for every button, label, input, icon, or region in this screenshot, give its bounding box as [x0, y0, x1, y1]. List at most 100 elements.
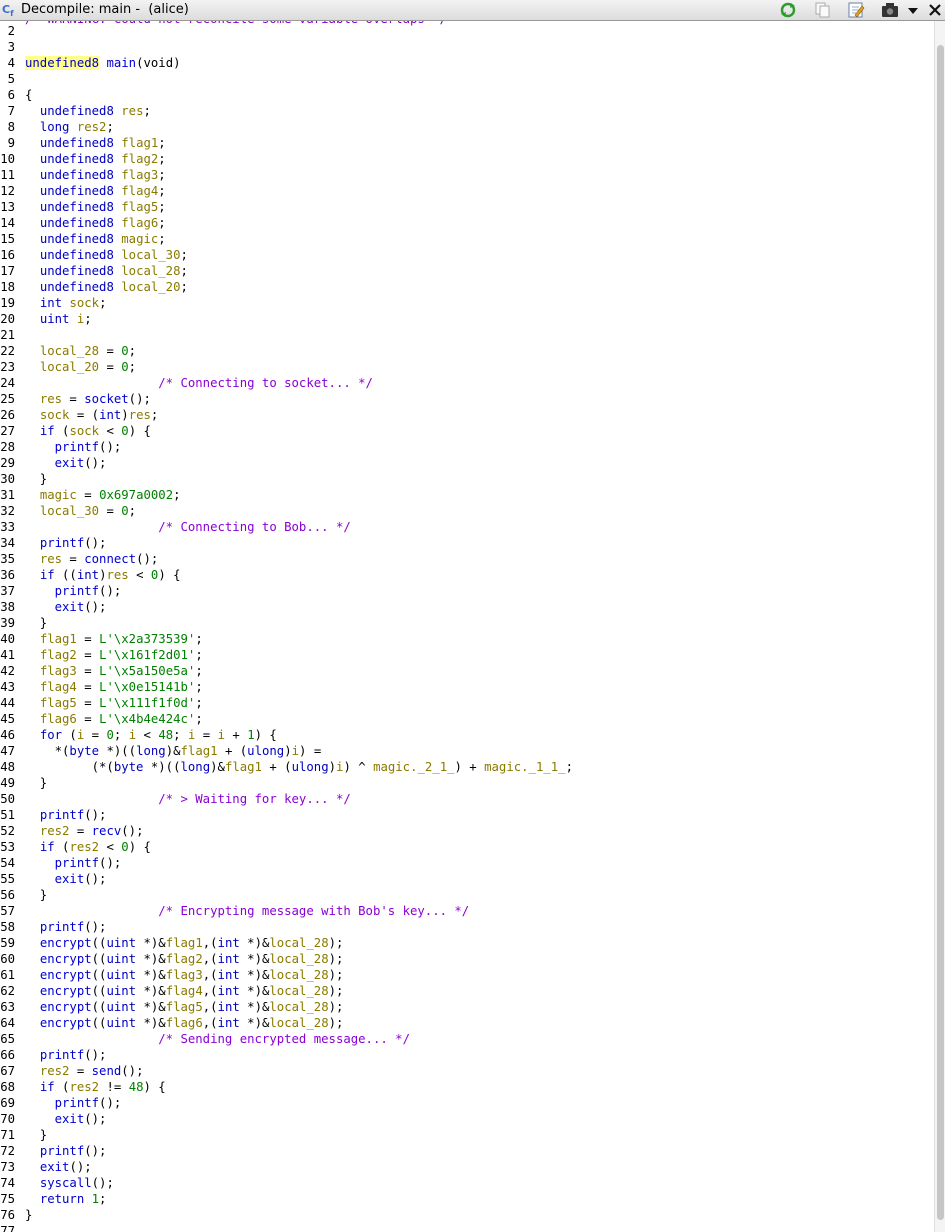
code-text[interactable]: /* Connecting to Bob... */: [25, 519, 351, 535]
code-line: 6{: [0, 87, 934, 103]
code-text[interactable]: if (res2 < 0) {: [25, 839, 151, 855]
code-line: 58 printf();: [0, 919, 934, 935]
code-text[interactable]: exit();: [25, 1159, 92, 1175]
code-text[interactable]: if (res2 != 48) {: [25, 1079, 166, 1095]
code-text[interactable]: exit();: [25, 1111, 107, 1127]
code-text[interactable]: printf();: [25, 807, 107, 823]
code-text[interactable]: int sock;: [25, 295, 107, 311]
code-text[interactable]: undefined8 flag6;: [25, 215, 166, 231]
code-text[interactable]: encrypt((uint *)&flag2,(int *)&local_28)…: [25, 951, 344, 967]
code-text[interactable]: if (sock < 0) {: [25, 423, 151, 439]
code-text[interactable]: undefined8 local_20;: [25, 279, 188, 295]
code-text[interactable]: undefined8 res;: [25, 103, 151, 119]
code-text[interactable]: printf();: [25, 583, 122, 599]
code-text[interactable]: res = socket();: [25, 391, 151, 407]
code-text[interactable]: /* Encrypting message with Bob's key... …: [25, 903, 469, 919]
code-text[interactable]: (*(byte *)((long)&flag1 + (ulong)i) ^ ma…: [25, 759, 573, 775]
vertical-scrollbar[interactable]: [934, 21, 945, 1232]
code-text[interactable]: uint i;: [25, 311, 92, 327]
code-text[interactable]: }: [25, 1127, 47, 1143]
code-text[interactable]: flag6 = L'\x4b4e424c';: [25, 711, 203, 727]
code-text[interactable]: res2 = recv();: [25, 823, 144, 839]
code-text[interactable]: }: [25, 615, 47, 631]
code-text[interactable]: undefined8 flag5;: [25, 199, 166, 215]
code-text[interactable]: exit();: [25, 871, 107, 887]
code-text[interactable]: printf();: [25, 855, 122, 871]
copy-icon[interactable]: [813, 1, 833, 19]
code-text[interactable]: exit();: [25, 599, 107, 615]
code-text[interactable]: if ((int)res < 0) {: [25, 567, 181, 583]
dropdown-arrow-icon[interactable]: [905, 1, 921, 19]
code-line: 5: [0, 71, 934, 87]
scrollbar-thumb[interactable]: [937, 45, 944, 1220]
code-text[interactable]: exit();: [25, 455, 107, 471]
code-text[interactable]: flag2 = L'\x161f2d01';: [25, 647, 203, 663]
code-text[interactable]: {: [25, 87, 32, 103]
snapshot-icon[interactable]: [881, 1, 901, 19]
line-number: 52: [0, 824, 15, 838]
line-number: 71: [0, 1128, 15, 1142]
code-line: 27 if (sock < 0) {: [0, 423, 934, 439]
code-function: exit: [54, 1112, 85, 1126]
code-punctuation: [25, 216, 40, 230]
code-text[interactable]: printf();: [25, 1095, 122, 1111]
line-number: 77: [0, 1224, 15, 1232]
edit-icon[interactable]: [847, 1, 867, 19]
code-literal: L'\x111f1f0d': [99, 696, 196, 710]
code-text[interactable]: sock = (int)res;: [25, 407, 159, 423]
code-text[interactable]: printf();: [25, 919, 107, 935]
refresh-icon[interactable]: [779, 1, 799, 19]
code-text[interactable]: undefined8 flag3;: [25, 167, 166, 183]
code-text[interactable]: printf();: [25, 1047, 107, 1063]
code-text[interactable]: syscall();: [25, 1175, 114, 1191]
code-function: encrypt: [39, 936, 92, 950]
code-text[interactable]: local_28 = 0;: [25, 343, 136, 359]
code-text[interactable]: local_20 = 0;: [25, 359, 136, 375]
code-text[interactable]: encrypt((uint *)&flag5,(int *)&local_28)…: [25, 999, 344, 1015]
code-text[interactable]: encrypt((uint *)&flag6,(int *)&local_28)…: [25, 1015, 344, 1031]
code-text[interactable]: undefined8 flag2;: [25, 151, 166, 167]
code-variable: res2: [69, 1080, 100, 1094]
code-punctuation: [25, 1096, 55, 1110]
code-text[interactable]: flag4 = L'\x0e15141b';: [25, 679, 203, 695]
code-text[interactable]: res = connect();: [25, 551, 158, 567]
code-text[interactable]: magic = 0x697a0002;: [25, 487, 181, 503]
code-text[interactable]: /* Connecting to socket... */: [25, 375, 373, 391]
code-literal: L'\x161f2d01': [99, 648, 196, 662]
code-text[interactable]: undefined8 local_30;: [25, 247, 188, 263]
code-text[interactable]: printf();: [25, 439, 122, 455]
code-text[interactable]: undefined8 flag1;: [25, 135, 166, 151]
code-text[interactable]: flag5 = L'\x111f1f0d';: [25, 695, 203, 711]
code-text[interactable]: }: [25, 1207, 32, 1223]
decompiler-code-view[interactable]: /* WARNING: Could not reconcile some var…: [0, 21, 934, 1232]
code-text[interactable]: printf();: [25, 1143, 107, 1159]
code-text[interactable]: encrypt((uint *)&flag4,(int *)&local_28)…: [25, 983, 344, 999]
code-punctuation: ) {: [254, 728, 277, 742]
code-text[interactable]: undefined8 magic;: [25, 231, 166, 247]
code-text[interactable]: undefined8 flag4;: [25, 183, 166, 199]
line-number: 28: [0, 440, 15, 454]
code-punctuation: ((: [91, 984, 107, 998]
code-text[interactable]: for (i = 0; i < 48; i = i + 1) {: [25, 727, 277, 743]
code-text[interactable]: }: [25, 775, 47, 791]
code-text[interactable]: /* Sending encrypted message... */: [25, 1031, 410, 1047]
code-text[interactable]: flag3 = L'\x5a150e5a';: [25, 663, 203, 679]
code-punctuation: ;: [173, 488, 181, 502]
code-text[interactable]: encrypt((uint *)&flag1,(int *)&local_28)…: [25, 935, 344, 951]
code-text[interactable]: local_30 = 0;: [25, 503, 136, 519]
code-text[interactable]: }: [25, 887, 47, 903]
code-text[interactable]: /* > Waiting for key... */: [25, 791, 351, 807]
code-punctuation: ((: [91, 952, 107, 966]
code-text[interactable]: printf();: [25, 535, 107, 551]
code-text[interactable]: undefined8 main(void): [25, 55, 181, 71]
code-text[interactable]: }: [25, 471, 47, 487]
code-text[interactable]: undefined8 local_28;: [25, 263, 188, 279]
code-text[interactable]: encrypt((uint *)&flag3,(int *)&local_28)…: [25, 967, 344, 983]
code-text[interactable]: *(byte *)((long)&flag1 + (ulong)i) =: [25, 743, 322, 759]
code-text[interactable]: long res2;: [25, 119, 114, 135]
code-text[interactable]: return 1;: [25, 1191, 107, 1207]
code-variable: flag2: [39, 648, 77, 662]
code-text[interactable]: res2 = send();: [25, 1063, 144, 1079]
close-icon[interactable]: [927, 1, 943, 19]
code-text[interactable]: flag1 = L'\x2a373539';: [25, 631, 203, 647]
